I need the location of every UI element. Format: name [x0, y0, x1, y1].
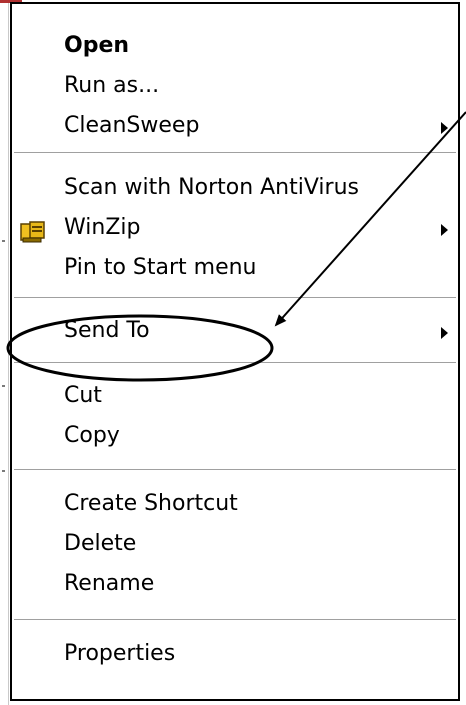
menu-item-label: Rename — [64, 571, 155, 596]
edge-mark — [2, 470, 5, 472]
context-menu: Open Run as... CleanSweep Scan with Nort… — [10, 2, 460, 701]
menu-separator — [14, 362, 456, 364]
menu-item-copy[interactable]: Copy — [12, 419, 458, 459]
menu-item-open[interactable]: Open — [12, 29, 458, 69]
menu-item-cut[interactable]: Cut — [12, 379, 458, 419]
menu-item-label: CleanSweep — [64, 113, 200, 138]
background-window-edge — [0, 0, 9, 705]
menu-item-label: Run as... — [64, 73, 160, 98]
menu-item-label: Pin to Start menu — [64, 255, 257, 280]
menu-item-label: Scan with Norton AntiVirus — [64, 175, 359, 200]
menu-separator — [14, 469, 456, 471]
menu-item-label: Open — [64, 33, 130, 58]
menu-item-rename[interactable]: Rename — [12, 567, 458, 607]
menu-item-label: Send To — [64, 318, 150, 343]
menu-item-cleansweep[interactable]: CleanSweep — [12, 109, 458, 149]
menu-separator — [14, 619, 456, 621]
menu-item-label: Copy — [64, 423, 120, 448]
menu-item-send-to[interactable]: Send To — [12, 314, 458, 354]
submenu-arrow-icon — [441, 224, 448, 236]
menu-item-pin-to-start[interactable]: Pin to Start menu — [12, 251, 458, 291]
menu-item-label: Cut — [64, 383, 102, 408]
menu-item-label: Properties — [64, 641, 176, 666]
submenu-arrow-icon — [441, 122, 448, 134]
menu-separator — [14, 152, 456, 154]
menu-item-scan-norton[interactable]: Scan with Norton AntiVirus — [12, 171, 458, 211]
menu-item-label: Delete — [64, 531, 137, 556]
submenu-arrow-icon — [441, 327, 448, 339]
menu-item-label: WinZip — [64, 215, 141, 240]
menu-separator — [14, 297, 456, 299]
menu-item-winzip[interactable]: WinZip — [12, 211, 458, 251]
edge-mark — [2, 385, 5, 387]
menu-item-label: Create Shortcut — [64, 491, 238, 516]
menu-item-run-as[interactable]: Run as... — [12, 69, 458, 109]
menu-item-properties[interactable]: Properties — [12, 637, 458, 677]
menu-item-delete[interactable]: Delete — [12, 527, 458, 567]
edge-mark — [2, 240, 5, 242]
menu-item-create-shortcut[interactable]: Create Shortcut — [12, 487, 458, 527]
winzip-icon — [20, 221, 45, 243]
